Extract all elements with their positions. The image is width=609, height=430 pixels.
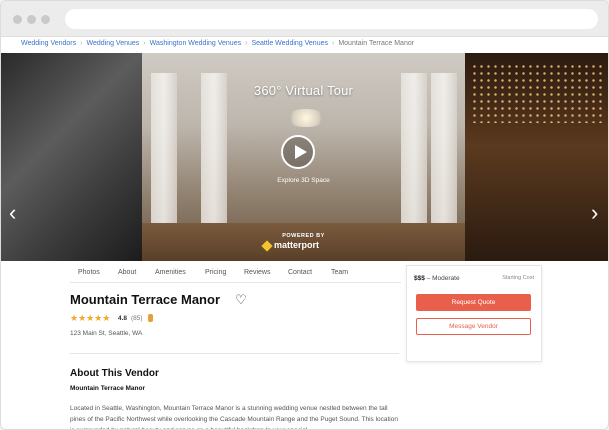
starting-cost-label: Starting Cost — [502, 275, 534, 281]
chevron-right-icon[interactable]: › — [591, 200, 598, 226]
window-maximize-dot[interactable] — [41, 15, 50, 24]
vendor-title: Mountain Terrace Manor — [70, 292, 221, 307]
star-rating: ★★★★★ — [70, 313, 111, 323]
price-level: $$$ – Moderate — [414, 275, 460, 282]
breadcrumb-link[interactable]: Washington Wedding Venues — [150, 40, 241, 47]
tab-pricing[interactable]: Pricing — [205, 269, 226, 276]
matterport-wordmark: matterport — [274, 240, 320, 250]
request-quote-button[interactable]: Request Quote — [416, 294, 531, 311]
play-triangle — [295, 145, 307, 159]
breadcrumb: Wedding Vendors › Wedding Venues › Washingto… — [21, 40, 414, 47]
virtual-tour-title: 360° Virtual Tour — [253, 83, 354, 98]
string-lights-decoration — [471, 63, 606, 123]
play-icon[interactable] — [281, 135, 315, 169]
breadcrumb-current: Mountain Terrace Manor — [338, 40, 415, 47]
vendor-address: 123 Main St, Seattle, WA — [70, 330, 143, 337]
breadcrumb-link[interactable]: Wedding Venues — [86, 40, 139, 47]
breadcrumb-link[interactable]: Wedding Vendors — [21, 40, 76, 47]
heart-icon[interactable]: ♡ — [235, 292, 247, 308]
browser-window: Wedding Vendors › Wedding Venues › Washingto… — [0, 0, 609, 430]
price-level-label: – Moderate — [426, 275, 460, 282]
rating-value: 4.8 — [118, 315, 128, 322]
chevron-left-icon[interactable]: ‹ — [9, 200, 16, 226]
tab-photos[interactable]: Photos — [78, 269, 100, 276]
breadcrumb-link[interactable]: Seattle Wedding Venues — [251, 40, 328, 47]
window-close-dot[interactable] — [13, 15, 22, 24]
tab-amenities[interactable]: Amenities — [155, 269, 186, 276]
matterport-brand: matterport — [261, 239, 320, 252]
matterport-logo-icon — [261, 239, 273, 252]
price-symbol: $$$ — [414, 275, 425, 282]
tab-reviews[interactable]: Reviews — [244, 269, 270, 276]
badge-icon — [148, 314, 153, 322]
tab-about[interactable]: About — [118, 269, 136, 276]
gallery-photo-left[interactable] — [1, 53, 142, 261]
section-tabs: Photos About Amenities Pricing Reviews C… — [70, 263, 401, 283]
about-subheading: Mountain Terrace Manor — [70, 385, 146, 392]
about-heading: About This Vendor — [70, 368, 159, 379]
address-bar[interactable] — [65, 9, 598, 29]
divider — [70, 353, 399, 354]
quote-card: $$$ – Moderate Starting Cost Request Quo… — [406, 265, 542, 362]
powered-by-label: POWERED BY — [282, 233, 325, 239]
breadcrumb-separator: › — [143, 40, 146, 47]
tab-contact[interactable]: Contact — [288, 269, 312, 276]
browser-chrome — [1, 1, 608, 37]
about-text: Located in Seattle, Washington, Mountain… — [70, 405, 398, 429]
breadcrumb-separator: › — [245, 40, 248, 47]
explore-3d-label[interactable]: Explore 3D Space — [142, 177, 465, 184]
review-count[interactable]: (85) — [131, 315, 143, 322]
window-minimize-dot[interactable] — [27, 15, 36, 24]
tab-team[interactable]: Team — [331, 269, 348, 276]
chandelier-decoration — [286, 109, 326, 127]
breadcrumb-separator: › — [80, 40, 83, 47]
message-vendor-button[interactable]: Message Vendor — [416, 318, 531, 335]
breadcrumb-separator: › — [331, 40, 335, 47]
